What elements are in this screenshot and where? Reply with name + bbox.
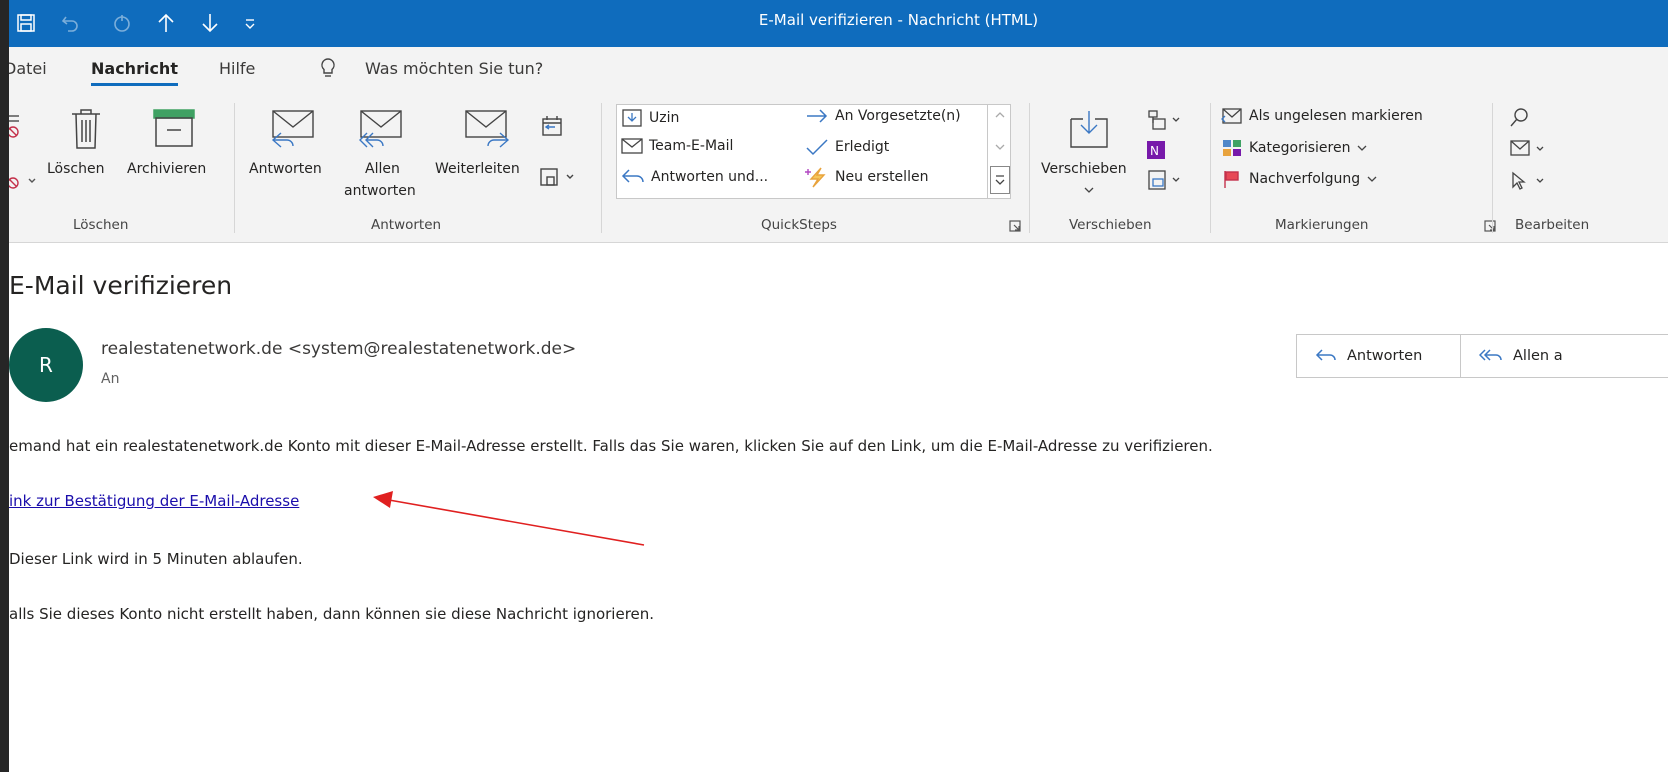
ribbon-separator [1029, 103, 1030, 233]
reply-arrow-icon [1315, 349, 1336, 361]
group-label-verschieben: Verschieben [1069, 217, 1152, 233]
chevron-down-icon [1367, 176, 1377, 182]
tab-hilfe[interactable]: Hilfe [219, 59, 255, 78]
tell-me-search[interactable]: Was möchten Sie tun? [365, 59, 543, 78]
select-icon[interactable] [1509, 171, 1549, 191]
lightning-icon [805, 167, 826, 188]
quickstep-erledigt[interactable]: Erledigt [805, 138, 889, 156]
rules-icon[interactable] [1145, 109, 1185, 131]
tab-datei[interactable]: Datei [9, 59, 47, 78]
actions-icon[interactable] [1145, 169, 1185, 191]
flag-icon [1224, 171, 1239, 188]
group-label-quicksteps: QuickSteps [761, 217, 837, 233]
categorize-icon [1223, 140, 1241, 156]
reply-all-action-button[interactable]: Allen a [1460, 334, 1668, 378]
svg-text:N: N [1150, 144, 1159, 158]
related-icon[interactable] [1509, 139, 1549, 159]
quickstep-label: Neu erstellen [835, 169, 929, 185]
avatar[interactable]: R [9, 328, 83, 402]
move-button[interactable]: Verschieben [1041, 161, 1127, 177]
quickstep-antworten-und[interactable]: Antworten und... [621, 168, 768, 186]
lightbulb-icon [319, 57, 337, 81]
more-reply-icon[interactable] [539, 165, 579, 189]
ribbon-separator [601, 103, 602, 233]
verification-link[interactable]: ink zur Bestätigung der E-Mail-Adresse [9, 492, 299, 510]
quickstep-label: An Vorgesetzte(n) [835, 108, 961, 124]
archive-icon[interactable] [152, 108, 196, 148]
group-label-loeschen: Löschen [73, 217, 129, 233]
search-icon[interactable] [1509, 107, 1529, 129]
chevron-down-icon[interactable] [994, 142, 1006, 152]
window-title: E-Mail verifizieren - Nachricht (HTML) [758, 11, 1039, 29]
ribbon-separator [234, 103, 235, 233]
expand-gallery-icon[interactable] [990, 166, 1010, 194]
recipient-label: An [101, 371, 120, 387]
forward-button[interactable]: Weiterleiten [435, 161, 520, 177]
reply-arrow-icon [621, 169, 644, 183]
title-bar: E-Mail verifizieren - Nachricht (HTML) [9, 0, 1668, 47]
menu-bar: Datei Nachricht Hilfe Was möchten Sie tu… [9, 47, 1668, 95]
categorize-label: Kategorisieren [1249, 140, 1351, 156]
sender-address[interactable]: realestatenetwork.de <system@realestaten… [101, 339, 576, 359]
body-paragraph: alls Sie dieses Konto nicht erstellt hab… [9, 605, 655, 623]
dialog-launcher-icon[interactable] [1009, 220, 1021, 232]
junk-icon[interactable] [9, 167, 39, 193]
quickstep-neu-erstellen[interactable]: Neu erstellen [805, 166, 928, 188]
group-label-bearbeiten: Bearbeiten [1515, 217, 1590, 233]
reply-all-action-label: Allen a [1513, 348, 1563, 364]
group-label-antworten: Antworten [371, 217, 442, 233]
mark-unread-icon [1221, 108, 1242, 124]
reply-button[interactable]: Antworten [249, 161, 322, 177]
reply-icon[interactable] [269, 109, 315, 153]
body-paragraph: emand hat ein realestatenetwork.de Konto… [9, 437, 1213, 455]
quickstep-team-email[interactable]: Team-E-Mail [621, 138, 733, 154]
ribbon-separator [1210, 103, 1211, 233]
categorize-button[interactable]: Kategorisieren [1221, 138, 1368, 158]
chevron-down-icon[interactable] [1083, 185, 1095, 195]
ignore-icon[interactable] [9, 113, 23, 139]
reply-action-label: Antworten [1347, 348, 1423, 364]
reply-action-button[interactable]: Antworten [1296, 334, 1461, 378]
archive-button[interactable]: Archivieren [127, 161, 206, 177]
quickstep-label: Team-E-Mail [649, 138, 734, 154]
folder-move-icon [622, 109, 642, 127]
quickstep-label: Erledigt [835, 139, 890, 155]
chevron-up-icon[interactable] [994, 110, 1006, 120]
group-label-markierungen: Markierungen [1275, 217, 1369, 233]
body-paragraph: Dieser Link wird in 5 Minuten ablaufen. [9, 550, 303, 568]
mark-unread-label: Als ungelesen markieren [1249, 108, 1423, 124]
ribbon: Löschen Archivieren Löschen Antworten Al… [9, 95, 1668, 243]
reply-all-button-line1[interactable]: Allen [365, 161, 400, 177]
ribbon-separator [1492, 103, 1493, 233]
quickstep-label: Antworten und... [651, 169, 769, 185]
quickstep-uzin[interactable]: Uzin [621, 108, 679, 128]
quickstep-label: Uzin [649, 110, 680, 126]
followup-button[interactable]: Nachverfolgung [1221, 169, 1378, 189]
arrow-right-icon [807, 109, 828, 123]
quickstep-an-vorgesetzte[interactable]: An Vorgesetzte(n) [805, 108, 961, 124]
dialog-launcher-icon[interactable] [1484, 220, 1496, 232]
envelope-icon [621, 138, 643, 154]
meeting-reply-icon[interactable] [541, 115, 565, 137]
reply-all-button-line2[interactable]: antworten [344, 183, 416, 199]
mark-unread-button[interactable]: Als ungelesen markieren [1221, 107, 1423, 125]
delete-button[interactable]: Löschen [47, 161, 104, 177]
message-subject: E-Mail verifizieren [9, 271, 233, 300]
checkmark-icon [806, 139, 828, 156]
delete-icon[interactable] [69, 107, 103, 151]
followup-label: Nachverfolgung [1249, 171, 1361, 187]
reply-all-arrow-icon [1479, 349, 1502, 361]
onenote-icon[interactable]: N [1145, 139, 1167, 161]
move-icon[interactable] [1069, 109, 1109, 153]
chevron-down-icon [1357, 145, 1367, 151]
tab-nachricht[interactable]: Nachricht [91, 59, 178, 86]
forward-icon[interactable] [464, 109, 514, 153]
outlook-message-window: E-Mail verifizieren - Nachricht (HTML) D… [9, 0, 1668, 772]
reply-all-icon[interactable] [357, 109, 403, 153]
quicksteps-scrollbar[interactable] [987, 104, 1011, 199]
